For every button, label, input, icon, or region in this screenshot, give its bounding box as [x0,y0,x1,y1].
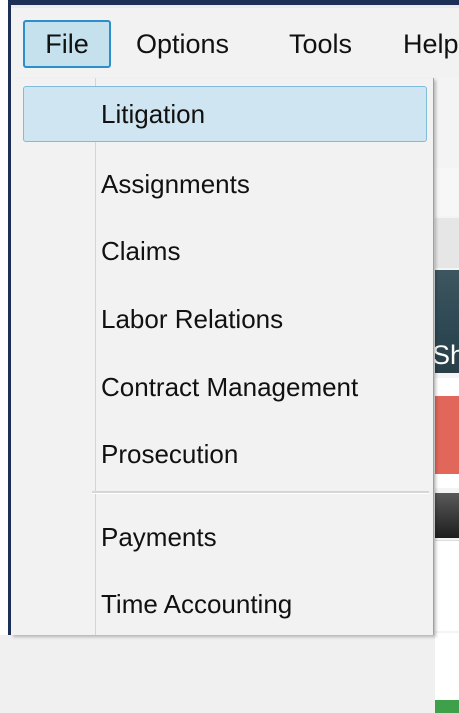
background-green-strip [435,700,459,713]
menu-help[interactable]: Help [393,20,459,68]
menu-item-label: Payments [101,522,217,552]
menu-item-label: Labor Relations [101,304,284,334]
menu-item-label: Claims [101,236,181,266]
menu-item-label: Contract Management [101,372,359,402]
menu-item-time-accounting[interactable]: Time Accounting [23,577,427,631]
background-dark-bar [435,493,459,538]
menu-item-payments[interactable]: Payments [23,510,427,564]
menu-item-claims[interactable]: Claims [23,224,427,278]
menu-item-labor-relations[interactable]: Labor Relations [23,292,427,346]
menu-item-litigation[interactable]: Litigation [23,86,427,142]
menu-item-label: Prosecution [101,439,239,469]
menu-item-label: Time Accounting [101,589,293,619]
menu-separator [92,491,429,494]
background-red-button[interactable] [435,396,459,474]
background-tab-strip [435,218,459,268]
background-partial-label: Sh [432,340,459,370]
menu-tools[interactable]: Tools [279,20,362,68]
background-toolbar-strip [435,168,459,216]
file-menu-dropdown: Litigation Assignments Claims Labor Rela… [11,78,434,635]
window-frame-left [0,0,8,635]
background-content-panel [435,540,459,631]
menu-file[interactable]: File [23,20,111,68]
menu-item-contract-management[interactable]: Contract Management [23,360,427,414]
menu-item-prosecution[interactable]: Prosecution [23,427,427,481]
menu-item-label: Assignments [101,169,250,199]
menu-item-assignments[interactable]: Assignments [23,157,427,211]
menu-item-label: Litigation [101,99,206,129]
menu-bar: File Options Tools Help [11,8,459,78]
menu-options[interactable]: Options [126,20,239,68]
